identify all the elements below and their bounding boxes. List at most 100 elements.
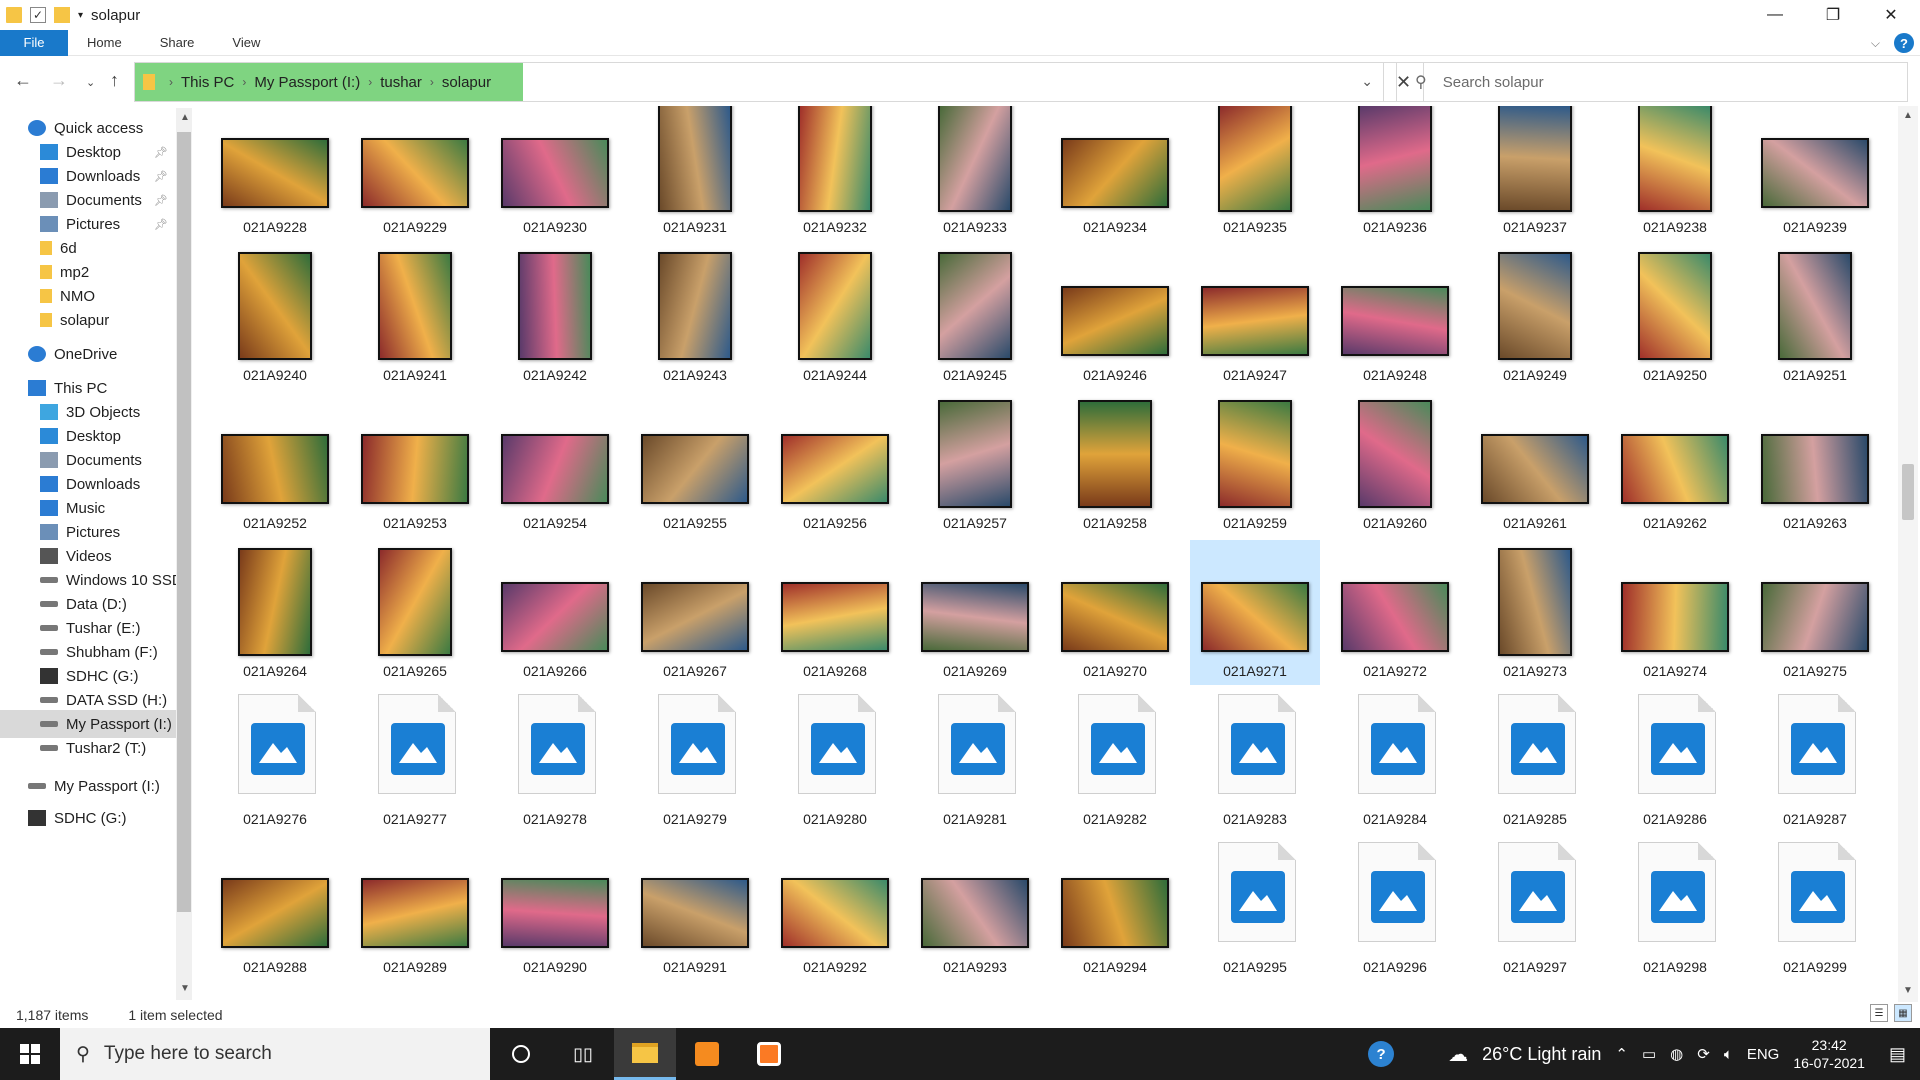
pin-icon[interactable]: 📌︎	[154, 194, 168, 207]
tab-file[interactable]: File	[0, 29, 68, 56]
breadcrumb-separator-icon[interactable]: ›	[430, 75, 434, 89]
file-item[interactable]: 021A9274	[1610, 540, 1740, 685]
file-item[interactable]: 021A9229	[350, 106, 480, 241]
file-item[interactable]: 021A9268	[770, 540, 900, 685]
xampp-icon[interactable]	[738, 1028, 800, 1080]
file-grid-scrollbar[interactable]: ▲ ▼	[1898, 106, 1918, 1002]
file-item[interactable]: 021A9236	[1330, 106, 1460, 241]
file-item[interactable]: 021A9289	[350, 836, 480, 981]
file-item[interactable]: 021A9233	[910, 106, 1040, 241]
file-item[interactable]: 021A9270	[1050, 540, 1180, 685]
file-item[interactable]: 021A9238	[1610, 106, 1740, 241]
weather-text[interactable]: 26°C Light rain	[1482, 1044, 1601, 1065]
new-folder-icon[interactable]	[54, 7, 70, 23]
file-item[interactable]: 021A9266	[490, 540, 620, 685]
pin-icon[interactable]: 📌︎	[154, 170, 168, 183]
tab-home[interactable]: Home	[68, 30, 141, 56]
file-item[interactable]: 021A9244	[770, 244, 900, 389]
file-item[interactable]: 021A9260	[1330, 392, 1460, 537]
pin-icon[interactable]: 📌︎	[154, 146, 168, 159]
file-item[interactable]: 021A9230	[490, 106, 620, 241]
onedrive-sync-icon[interactable]: ⟳	[1697, 1045, 1710, 1063]
file-item[interactable]: 021A9269	[910, 540, 1040, 685]
file-item[interactable]: 021A9294	[1050, 836, 1180, 981]
file-item[interactable]: 021A9295	[1190, 836, 1320, 981]
file-item[interactable]: 021A9282	[1050, 688, 1180, 833]
file-item[interactable]: 021A9246	[1050, 244, 1180, 389]
file-item[interactable]: 021A9273	[1470, 540, 1600, 685]
language-indicator[interactable]: ENG	[1747, 1046, 1780, 1063]
close-button[interactable]: ✕	[1862, 0, 1920, 30]
navigation-pane-scrollbar[interactable]: ▲ ▼	[176, 108, 192, 1000]
sidebar-item-tushar2-t[interactable]: Tushar2 (T:)	[0, 734, 176, 762]
file-explorer-icon[interactable]	[614, 1028, 676, 1080]
address-dropdown-chevron-icon[interactable]: ⌄	[1361, 73, 1373, 90]
file-item[interactable]: 021A9298	[1610, 836, 1740, 981]
file-item[interactable]: 021A9272	[1330, 540, 1460, 685]
file-item[interactable]: 021A9235	[1190, 106, 1320, 241]
file-item[interactable]: 021A9297	[1470, 836, 1600, 981]
file-item[interactable]: 021A9245	[910, 244, 1040, 389]
breadcrumb-solapur[interactable]: solapur	[442, 74, 491, 91]
file-item[interactable]: 021A9232	[770, 106, 900, 241]
task-view-icon[interactable]: ▯▯	[552, 1028, 614, 1080]
breadcrumb-tushar[interactable]: tushar	[380, 74, 422, 91]
file-item[interactable]: 021A9251	[1750, 244, 1880, 389]
file-item[interactable]: 021A9283	[1190, 688, 1320, 833]
windows-start-icon[interactable]	[0, 1028, 60, 1080]
scroll-down-arrow-icon[interactable]: ▼	[1903, 985, 1913, 996]
show-hidden-icons-chevron-icon[interactable]: ⌃	[1615, 1045, 1628, 1063]
file-item[interactable]: 021A9234	[1050, 106, 1180, 241]
file-item[interactable]: 021A9254	[490, 392, 620, 537]
maximize-button[interactable]: ❐	[1804, 0, 1862, 30]
file-item[interactable]: 021A9286	[1610, 688, 1740, 833]
file-item[interactable]: 021A9248	[1330, 244, 1460, 389]
file-item[interactable]: 021A9267	[630, 540, 760, 685]
network-globe-icon[interactable]: ◍	[1670, 1045, 1683, 1063]
sidebar-item-onedrive[interactable]: OneDrive	[0, 340, 176, 368]
file-item[interactable]: 021A9281	[910, 688, 1040, 833]
file-item[interactable]: 021A9263	[1750, 392, 1880, 537]
file-item[interactable]: 021A9288	[210, 836, 340, 981]
file-item[interactable]: 021A9284	[1330, 688, 1460, 833]
file-item[interactable]: 021A9259	[1190, 392, 1320, 537]
file-item[interactable]: 021A9253	[350, 392, 480, 537]
help-icon[interactable]: ?	[1368, 1041, 1395, 1067]
speaker-icon[interactable]: 🔈︎	[1724, 1046, 1733, 1063]
breadcrumb-separator-icon[interactable]: ›	[368, 75, 372, 89]
file-item[interactable]: 021A9237	[1470, 106, 1600, 241]
pin-icon[interactable]: 📌︎	[154, 218, 168, 231]
file-item[interactable]: 021A9247	[1190, 244, 1320, 389]
properties-checkmark-icon[interactable]: ✓	[30, 7, 46, 23]
breadcrumb-separator-icon[interactable]: ›	[242, 75, 246, 89]
file-item[interactable]: 021A9296	[1330, 836, 1460, 981]
file-item[interactable]: 021A9243	[630, 244, 760, 389]
scroll-up-arrow-icon[interactable]: ▲	[1903, 110, 1913, 121]
sublime-text-icon[interactable]	[676, 1028, 738, 1080]
tab-share[interactable]: Share	[141, 30, 214, 56]
file-item[interactable]: 021A9242	[490, 244, 620, 389]
details-view-icon[interactable]: ☰	[1870, 1004, 1888, 1022]
scrollbar-thumb[interactable]	[1902, 464, 1914, 520]
file-item[interactable]: 021A9265	[350, 540, 480, 685]
file-item[interactable]: 021A9257	[910, 392, 1040, 537]
file-item[interactable]: 021A9280	[770, 688, 900, 833]
file-item[interactable]: 021A9239	[1750, 106, 1880, 241]
cortana-icon[interactable]	[490, 1028, 552, 1080]
clock[interactable]: 23:42 16-07-2021	[1793, 1036, 1865, 1072]
notifications-icon[interactable]: ▤	[1889, 1044, 1906, 1065]
breadcrumb-this-pc[interactable]: This PC	[181, 74, 234, 91]
tab-view[interactable]: View	[213, 30, 279, 56]
file-item[interactable]: 021A9278	[490, 688, 620, 833]
minimize-button[interactable]: —	[1746, 0, 1804, 30]
breadcrumb-separator-icon[interactable]: ›	[169, 75, 173, 89]
help-icon[interactable]: ?	[1894, 33, 1914, 53]
scrollbar-thumb[interactable]	[177, 132, 191, 912]
scroll-down-arrow-icon[interactable]: ▼	[180, 983, 190, 994]
customize-toolbar-chevron-icon[interactable]: ▾	[78, 10, 83, 21]
file-item[interactable]: 021A9240	[210, 244, 340, 389]
file-item[interactable]: 021A9264	[210, 540, 340, 685]
file-item[interactable]: 021A9252	[210, 392, 340, 537]
file-item[interactable]: 021A9277	[350, 688, 480, 833]
file-item[interactable]: 021A9228	[210, 106, 340, 241]
